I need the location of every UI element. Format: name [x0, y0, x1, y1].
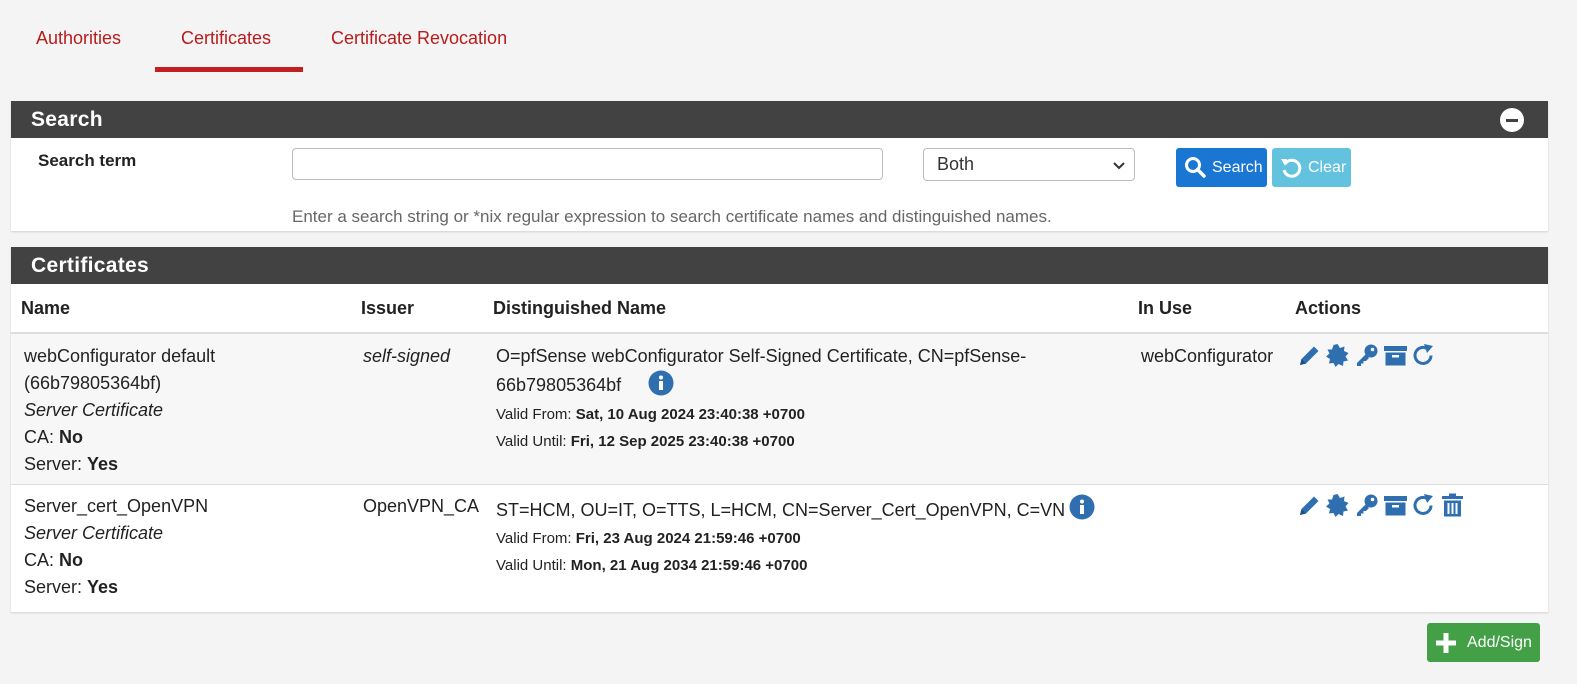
archive-icon[interactable] — [1383, 493, 1408, 518]
cert-dn-cell: O=pfSense webConfigurator Self-Signed Ce… — [496, 343, 1026, 455]
add-sign-button[interactable]: Add/Sign — [1427, 623, 1540, 662]
cert-name: webConfigurator default — [24, 346, 216, 366]
undo-icon — [1281, 158, 1302, 178]
certificate-icon[interactable] — [1325, 343, 1350, 368]
valid-until-label: Valid Until: — [496, 557, 571, 574]
search-panel: Search Search term Both Search Clear Ent… — [11, 101, 1548, 231]
cert-name-cell: Server_cert_OpenVPN Server Certificate C… — [24, 493, 208, 601]
cert-ca: CA: No — [24, 424, 215, 451]
valid-from-value: Sat, 10 Aug 2024 23:40:38 +0700 — [575, 406, 805, 423]
trash-icon[interactable] — [1440, 493, 1465, 518]
cert-in-use: webConfigurator — [1141, 346, 1274, 366]
search-icon — [1185, 157, 1206, 178]
column-header-in-use: In Use — [1138, 298, 1193, 318]
cert-server: Server: Yes — [24, 451, 215, 478]
valid-until-label: Valid Until: — [496, 433, 571, 450]
cert-valid-from: Valid From: Fri, 23 Aug 2024 21:59:46 +0… — [496, 525, 1065, 552]
cert-refid: (66b79805364bf) — [24, 373, 162, 393]
cert-dn-line1: ST=HCM, OU=IT, O=TTS, L=HCM, CN=Server_C… — [496, 500, 1066, 520]
renew-icon[interactable] — [1411, 343, 1436, 368]
plus-icon — [1436, 633, 1456, 653]
clear-button-label: Clear — [1308, 159, 1347, 176]
cert-server-label: Server: — [24, 454, 88, 474]
certificates-panel: Certificates Name Issuer Distinguished N… — [11, 247, 1548, 612]
cert-server-label: Server: — [24, 577, 88, 597]
chevron-down-icon — [1113, 162, 1125, 170]
cert-ca-label: CA: — [24, 427, 60, 447]
cert-name: Server_cert_OpenVPN — [24, 496, 209, 516]
archive-icon[interactable] — [1383, 343, 1408, 368]
cert-type: Server Certificate — [24, 523, 164, 543]
row-divider — [11, 484, 1548, 485]
search-button[interactable]: Search — [1176, 148, 1267, 187]
cert-type: Server Certificate — [24, 400, 164, 420]
column-header-issuer: Issuer — [361, 298, 415, 318]
info-icon[interactable] — [648, 370, 674, 396]
tab-certificates[interactable]: Certificates — [181, 28, 271, 49]
cert-valid-from: Valid From: Sat, 10 Aug 2024 23:40:38 +0… — [496, 401, 1026, 428]
cert-server-value: Yes — [87, 454, 119, 474]
cert-ca-value: No — [59, 550, 84, 570]
collapse-minus-icon[interactable] — [1500, 108, 1524, 132]
cert-ca: CA: No — [24, 547, 208, 574]
valid-from-value: Fri, 23 Aug 2024 21:59:46 +0700 — [575, 530, 801, 547]
search-panel-title: Search — [31, 108, 103, 131]
search-term-label: Search term — [38, 151, 137, 170]
certificate-icon[interactable] — [1325, 493, 1350, 518]
cert-dn-line2: 66b79805364bf — [496, 375, 622, 395]
active-tab-indicator — [155, 67, 303, 72]
cert-ca-value: No — [59, 427, 84, 447]
search-button-label: Search — [1212, 159, 1263, 176]
tab-authorities[interactable]: Authorities — [36, 28, 121, 49]
cert-valid-until: Valid Until: Fri, 12 Sep 2025 23:40:38 +… — [496, 428, 1026, 455]
cert-name-cell: webConfigurator default (66b79805364bf) … — [24, 343, 215, 478]
valid-until-value: Mon, 21 Aug 2034 21:59:46 +0700 — [570, 557, 808, 574]
search-help-text: Enter a search string or *nix regular ex… — [292, 207, 1052, 226]
tab-certificate-revocation[interactable]: Certificate Revocation — [331, 28, 507, 49]
search-scope-value: Both — [937, 154, 975, 174]
valid-until-value: Fri, 12 Sep 2025 23:40:38 +0700 — [570, 433, 795, 450]
cert-server-value: Yes — [87, 577, 119, 597]
valid-from-label: Valid From: — [496, 530, 576, 547]
column-header-distinguished-name: Distinguished Name — [493, 298, 667, 318]
cert-ca-label: CA: — [24, 550, 60, 570]
certificates-panel-title: Certificates — [31, 254, 149, 277]
info-icon[interactable] — [1069, 494, 1095, 520]
cert-server: Server: Yes — [24, 574, 208, 601]
pencil-icon[interactable] — [1297, 343, 1322, 368]
valid-from-label: Valid From: — [496, 406, 576, 423]
cert-valid-until: Valid Until: Mon, 21 Aug 2034 21:59:46 +… — [496, 552, 1065, 579]
column-header-actions: Actions — [1295, 298, 1362, 318]
clear-button[interactable]: Clear — [1272, 148, 1351, 187]
pencil-icon[interactable] — [1297, 493, 1322, 518]
search-panel-header: Search — [11, 101, 1548, 138]
search-scope-select[interactable]: Both — [923, 148, 1135, 181]
key-icon[interactable] — [1354, 343, 1379, 368]
tab-bar: Authorities Certificates Certificate Rev… — [0, 0, 1577, 74]
search-input[interactable] — [292, 148, 883, 180]
certificates-panel-header: Certificates — [11, 247, 1548, 284]
cert-dn-cell: ST=HCM, OU=IT, O=TTS, L=HCM, CN=Server_C… — [496, 497, 1065, 579]
cert-issuer: OpenVPN_CA — [363, 496, 480, 516]
key-icon[interactable] — [1354, 493, 1379, 518]
renew-icon[interactable] — [1411, 493, 1436, 518]
cert-dn-line1: O=pfSense webConfigurator Self-Signed Ce… — [496, 346, 1027, 366]
cert-issuer: self-signed — [363, 346, 451, 366]
table-row: webConfigurator default (66b79805364bf) … — [11, 334, 1548, 484]
column-header-name: Name — [21, 298, 71, 318]
add-sign-button-label: Add/Sign — [1467, 634, 1532, 651]
